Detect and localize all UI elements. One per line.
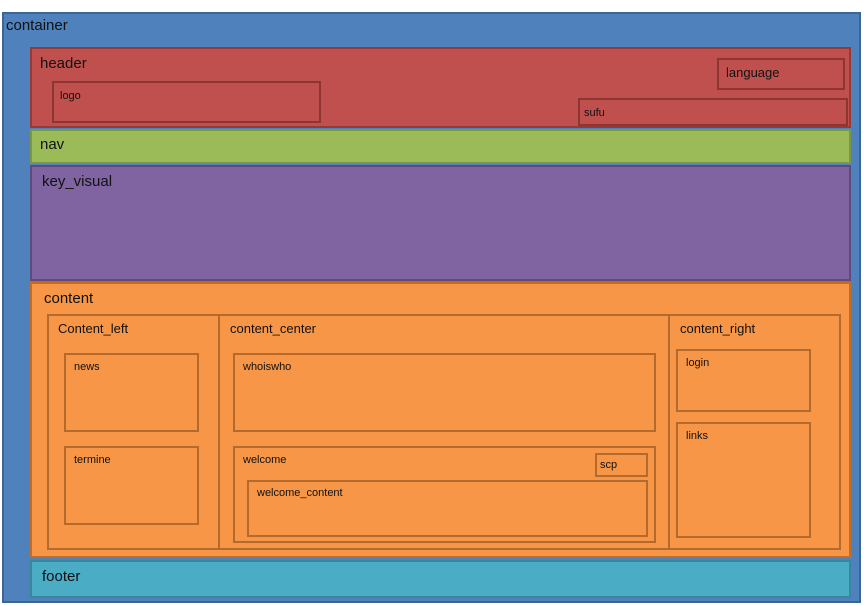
welcome-label: welcome xyxy=(243,454,287,466)
content-label: content xyxy=(44,290,94,307)
news-label: news xyxy=(74,361,100,373)
login-label: login xyxy=(686,357,710,369)
welcome-content-label: welcome_content xyxy=(257,487,343,499)
language-label: language xyxy=(726,65,780,80)
scp-label: scp xyxy=(600,459,618,471)
sufu-box xyxy=(578,98,848,126)
content-center-label: content_center xyxy=(230,321,317,336)
sufu-label: sufu xyxy=(584,107,605,119)
logo-box xyxy=(52,81,321,123)
content-right-label: content_right xyxy=(680,321,756,336)
links-label: links xyxy=(686,430,709,442)
content-divider-left xyxy=(218,314,220,550)
logo-label: logo xyxy=(60,90,81,102)
content-left-label: Content_left xyxy=(58,321,129,336)
content-divider-right xyxy=(668,314,670,550)
footer-box xyxy=(30,560,851,598)
header-label: header xyxy=(40,55,87,72)
whoiswho-box xyxy=(233,353,656,432)
termine-label: termine xyxy=(74,454,111,466)
whoiswho-label: whoiswho xyxy=(243,361,292,373)
nav-label: nav xyxy=(40,136,65,153)
footer-label: footer xyxy=(42,568,81,585)
key-visual-box xyxy=(30,165,851,281)
container-label: container xyxy=(6,17,68,34)
key-visual-label: key_visual xyxy=(42,173,113,190)
nav-box xyxy=(30,129,851,164)
